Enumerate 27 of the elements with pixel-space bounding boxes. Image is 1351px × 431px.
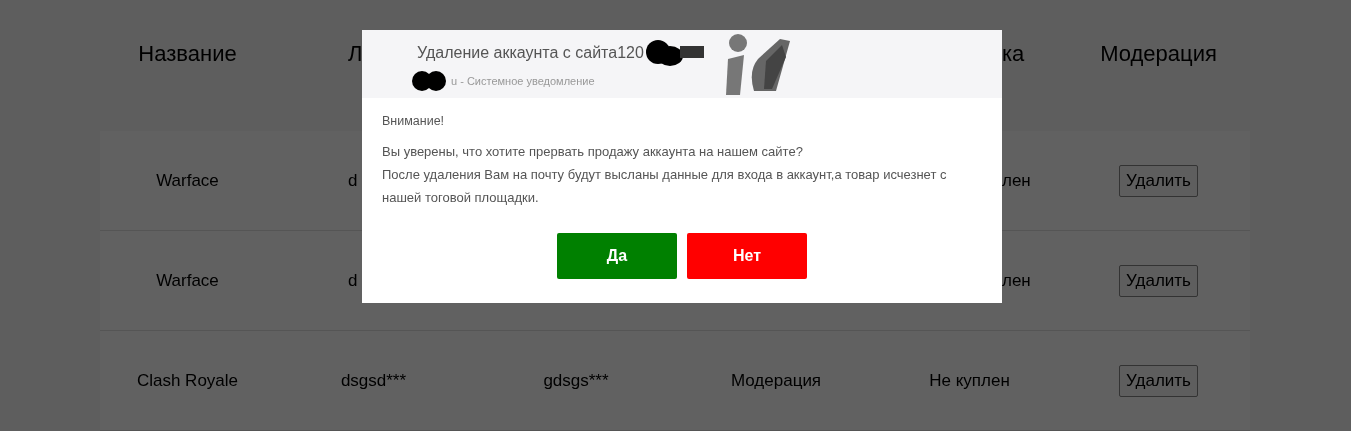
delete-button[interactable]: Удалить [1119,164,1198,197]
table-cell: dsgsd*** [340,370,407,391]
dialog-message: Вы уверены, что хотите прервать продажу аккаунта на нашем сайте? [382,143,804,161]
table-cell: лен [1002,270,1031,291]
cancel-button[interactable]: Нет [687,233,807,279]
table-cell: лен [1002,170,1031,191]
dialog-title: Удаление аккаунта с сайта120 [417,43,644,62]
column-header: Название [138,41,237,67]
scribble-icon [412,70,448,91]
table-cell: Не куплен [929,370,1010,391]
delete-button[interactable]: Удалить [1119,264,1198,297]
column-header: Л [348,41,363,67]
table-cell: Модерация [730,370,822,391]
column-header: ка [1002,41,1025,67]
table-cell: Warface [156,270,219,291]
table-cell: Clash Royale [136,370,239,391]
dialog-message: После удаления Вам на почту будут высланы данные для входа в аккаунт,а товар исчезнет с нашей тоговой площадки. [382,166,948,207]
table-cell: d [348,270,358,291]
column-header: Модерация [1100,41,1217,67]
confirm-button[interactable]: Да [557,233,677,279]
table-cell: gdsgs*** [543,370,609,391]
delete-button[interactable]: Удалить [1119,364,1198,397]
table-cell: Warface [156,170,219,191]
scribble-icon [643,37,706,68]
dialog-heading: Внимание! [382,114,446,128]
dialog-subtitle: u - Системное уведомление [451,74,595,87]
table-cell: d [348,170,358,191]
